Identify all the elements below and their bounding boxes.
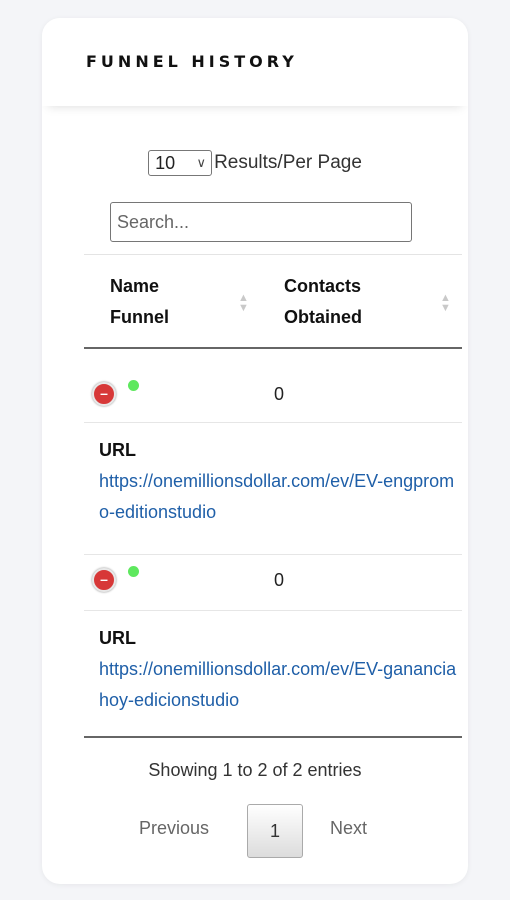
results-per-page-label: Results/Per Page (214, 152, 362, 173)
page-1-button[interactable]: 1 (247, 804, 303, 858)
panel-title: FUNNEL HISTORY (86, 52, 298, 71)
url-label: URL (99, 628, 136, 648)
collapse-row-icon[interactable]: – (92, 382, 116, 406)
sort-icon[interactable]: ▲ ▼ (440, 293, 451, 314)
url-label: URL (99, 440, 136, 460)
table-info: Showing 1 to 2 of 2 entries (148, 760, 362, 780)
row-details: URL https://onemillionsdollar.com/ev/EV-… (84, 422, 462, 555)
status-indicator (128, 566, 139, 577)
contacts-obtained-value: 0 (274, 570, 285, 590)
table-bottom-border (84, 736, 462, 738)
funnel-url-link[interactable]: https://onemillionsdollar.com/ev/EV-engp… (99, 466, 459, 528)
results-per-page-select[interactable]: 10 ∨ (148, 150, 213, 176)
table-header: Name Funnel ▲ ▼ Contacts Obtained ▲ ▼ (84, 254, 462, 349)
pagination: Previous 1 Next (42, 802, 468, 860)
column-header-contacts-obtained[interactable]: Contacts Obtained (284, 271, 394, 333)
funnel-history-panel: FUNNEL HISTORY 10 ∨ Results/Per Page Nam… (42, 18, 468, 884)
search-input[interactable] (110, 202, 412, 242)
row-details: URL https://onemillionsdollar.com/ev/EV-… (84, 610, 462, 736)
collapse-row-icon[interactable]: – (92, 568, 116, 592)
column-header-name-funnel[interactable]: Name Funnel (110, 271, 190, 333)
previous-page-button[interactable]: Previous (139, 818, 209, 839)
table-row: – 0 (84, 554, 462, 611)
panel-header: FUNNEL HISTORY (42, 18, 468, 106)
next-page-button[interactable]: Next (330, 818, 367, 839)
funnel-url-link[interactable]: https://onemillionsdollar.com/ev/EV-gana… (99, 654, 459, 716)
funnel-table: Name Funnel ▲ ▼ Contacts Obtained ▲ ▼ – 0 … (84, 254, 462, 738)
results-per-page-control: 10 ∨ Results/Per Page (42, 150, 468, 176)
contacts-obtained-value: 0 (274, 384, 285, 404)
sort-icon[interactable]: ▲ ▼ (238, 293, 249, 314)
results-per-page-value: 10 (155, 153, 176, 173)
table-row: – 0 (84, 366, 462, 423)
status-indicator (128, 380, 139, 391)
chevron-down-icon: ∨ (196, 155, 207, 170)
